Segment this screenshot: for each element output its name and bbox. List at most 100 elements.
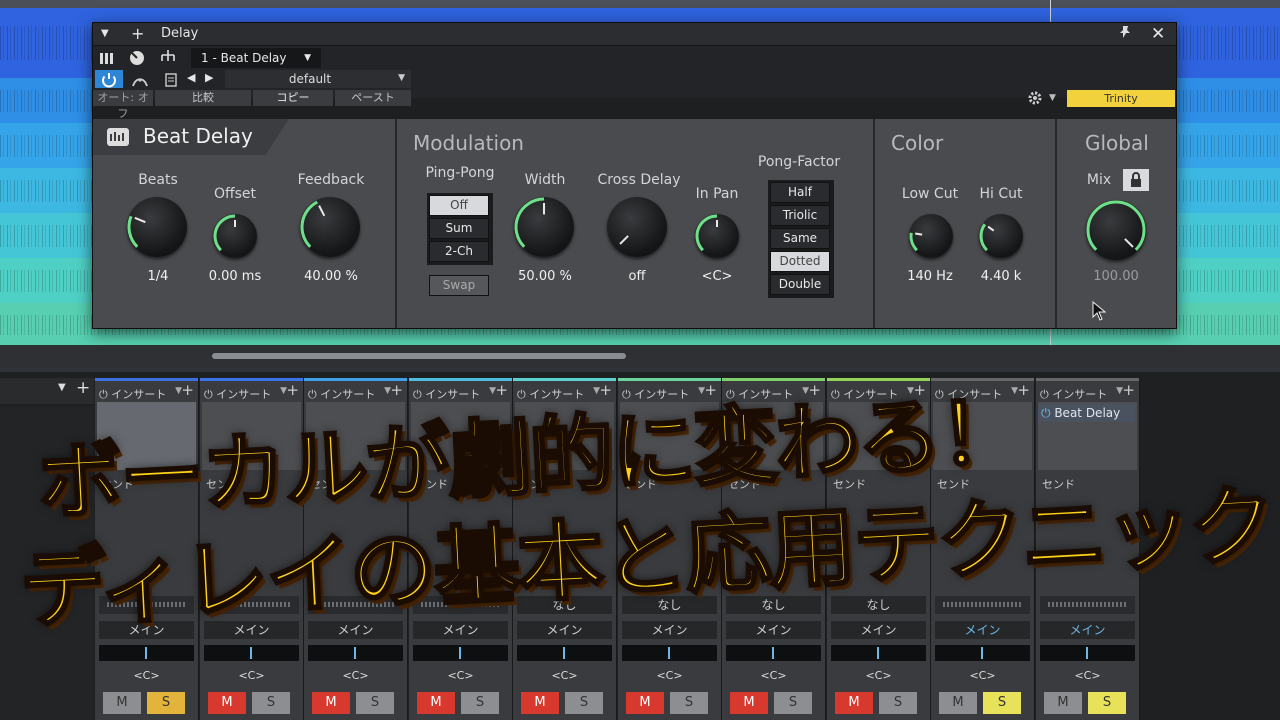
horizontal-scrollbar[interactable] — [0, 345, 1280, 367]
beats-knob[interactable] — [127, 197, 187, 257]
solo-button[interactable]: S — [670, 692, 708, 714]
offset-knob[interactable] — [213, 214, 257, 258]
preset-name-dropdown[interactable]: default ▼ — [225, 70, 411, 88]
pan-value: <C> — [238, 669, 265, 682]
mixer-icon[interactable] — [99, 50, 115, 69]
power-toggle[interactable] — [95, 70, 123, 88]
chevron-down-icon: ▼ — [304, 53, 311, 63]
compare-button[interactable]: 比較 — [155, 90, 251, 106]
solo-button[interactable]: S — [565, 692, 603, 714]
power-icon[interactable]: ⏻ — [1040, 388, 1049, 401]
pong-factor-dotted-button[interactable]: Dotted — [770, 251, 830, 272]
color-title: Color — [891, 131, 944, 155]
mix-lock-button[interactable] — [1123, 169, 1149, 191]
paste-button[interactable]: ペースト — [335, 90, 411, 106]
pan-value: <C> — [447, 669, 474, 682]
insert-slot[interactable]: ⏻ Beat Delay — [1038, 402, 1137, 470]
mixer-header: ▼ + — [0, 378, 94, 404]
prev-preset-icon[interactable]: ◀ — [187, 67, 195, 89]
pong-factor-triolic-button[interactable]: Triolic — [770, 205, 830, 226]
mix-knob[interactable] — [1086, 200, 1146, 260]
solo-button[interactable]: S — [774, 692, 812, 714]
pan-center-mark — [877, 647, 879, 659]
in-pan-knob[interactable] — [695, 214, 739, 258]
low-cut-knob[interactable] — [909, 214, 953, 258]
lock-icon — [1131, 172, 1141, 187]
add-insert-icon[interactable]: + — [286, 381, 299, 399]
solo-button[interactable]: S — [1088, 692, 1126, 714]
solo-button[interactable]: S — [252, 692, 290, 714]
auto-off-button[interactable]: オート: オフ — [93, 90, 153, 120]
main-section: Beat Delay Beats 1/4 Offset 0.00 ms Feed… — [93, 119, 397, 328]
mute-button[interactable]: M — [730, 692, 768, 714]
power-icon[interactable]: ⏻ — [204, 388, 213, 401]
settings-gear-icon[interactable] — [1027, 90, 1043, 110]
output-main-field[interactable]: メイン — [726, 621, 821, 639]
solo-button[interactable]: S — [983, 692, 1021, 714]
solo-button[interactable]: S — [147, 692, 185, 714]
ping-pong-off-button[interactable]: Off — [429, 195, 489, 216]
copy-button[interactable]: コピー — [253, 90, 333, 106]
mute-button[interactable]: M — [103, 692, 141, 714]
output-main-field[interactable]: メイン — [1040, 621, 1135, 639]
next-preset-icon[interactable]: ▶ — [205, 67, 213, 89]
knob-pointer — [619, 235, 629, 245]
add-insert-icon[interactable]: + — [1017, 381, 1030, 399]
preset-list-icon[interactable] — [165, 72, 177, 91]
collapse-icon[interactable]: ▼ — [101, 23, 109, 45]
pan-center-mark — [1086, 647, 1088, 659]
pan-center-mark — [145, 647, 147, 659]
mute-button[interactable]: M — [626, 692, 664, 714]
ping-pong-sum-button[interactable]: Sum — [429, 218, 489, 239]
mute-button[interactable]: M — [835, 692, 873, 714]
mute-button[interactable]: M — [312, 692, 350, 714]
timeline-ruler[interactable] — [0, 0, 1280, 8]
pong-factor-half-button[interactable]: Half — [770, 182, 830, 203]
ping-pong-2ch-button[interactable]: 2-Ch — [429, 241, 489, 262]
pong-factor-double-button[interactable]: Double — [770, 274, 830, 295]
add-icon[interactable]: + — [131, 23, 144, 45]
pin-icon[interactable] — [1118, 23, 1132, 45]
beats-label: Beats — [138, 172, 178, 188]
power-icon[interactable]: ⏻ — [1041, 406, 1051, 420]
feedback-knob[interactable] — [300, 197, 360, 257]
mute-button[interactable]: M — [1044, 692, 1082, 714]
output-main-field[interactable]: メイン — [831, 621, 926, 639]
mute-button[interactable]: M — [208, 692, 246, 714]
width-knob[interactable] — [514, 197, 574, 257]
insert-header[interactable]: ⏻ インサート — [204, 386, 271, 402]
insert-header[interactable]: ⏻ インサート — [1040, 386, 1107, 402]
global-title: Global — [1085, 131, 1149, 155]
cross-delay-knob[interactable] — [607, 197, 667, 257]
device-badge: Trinity — [1067, 90, 1175, 107]
scrollbar-thumb[interactable] — [212, 353, 626, 359]
dial-icon[interactable] — [129, 50, 145, 70]
hi-cut-knob[interactable] — [979, 214, 1023, 258]
swap-button[interactable]: Swap — [429, 275, 489, 296]
close-icon[interactable]: ✕ — [1151, 23, 1165, 45]
solo-button[interactable]: S — [356, 692, 394, 714]
power-icon[interactable]: ⏻ — [99, 388, 108, 401]
output-main-field[interactable]: メイン — [622, 621, 717, 639]
plugin-title-bar: ▼ + Delay ✕ — [93, 23, 1176, 46]
preset-slot-dropdown[interactable]: 1 - Beat Delay ▼ — [191, 48, 321, 68]
insert-plugin-name[interactable]: Beat Delay — [1054, 406, 1120, 420]
output-main-field[interactable]: メイン — [935, 621, 1030, 639]
pan-center-mark — [354, 647, 356, 659]
mute-button[interactable]: M — [417, 692, 455, 714]
solo-button[interactable]: S — [879, 692, 917, 714]
chevron-down-icon[interactable]: ▼ — [1049, 93, 1056, 103]
insert-header[interactable]: ⏻ インサート — [99, 386, 166, 402]
solo-button[interactable]: S — [461, 692, 499, 714]
pong-factor-same-button[interactable]: Same — [770, 228, 830, 249]
mute-button[interactable]: M — [939, 692, 977, 714]
output-main-field[interactable]: メイン — [517, 621, 612, 639]
add-insert-icon[interactable]: + — [181, 381, 194, 399]
mute-button[interactable]: M — [521, 692, 559, 714]
add-icon[interactable]: + — [76, 378, 90, 398]
collapse-icon[interactable]: ▼ — [58, 382, 66, 393]
power-icon[interactable]: ⏻ — [308, 388, 317, 401]
add-insert-icon[interactable]: + — [1122, 381, 1135, 399]
routing-icon[interactable] — [159, 49, 177, 69]
knob-arc — [127, 215, 146, 248]
